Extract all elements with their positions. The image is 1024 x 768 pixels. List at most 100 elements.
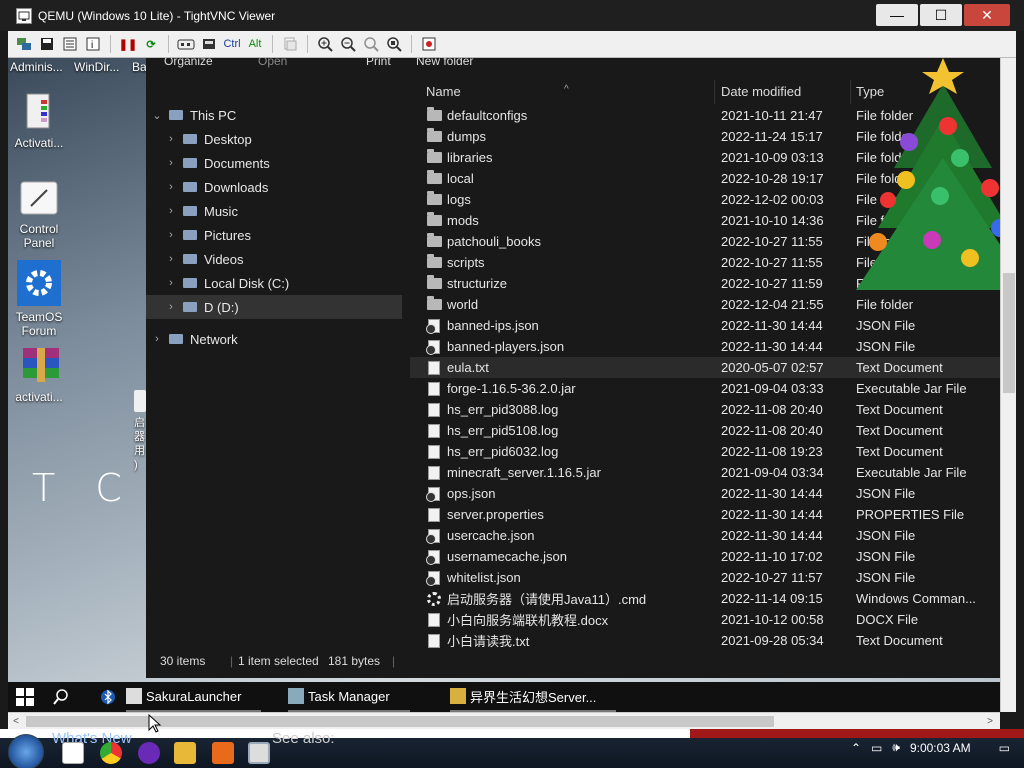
volume-icon[interactable]: 🕪 (892, 740, 900, 755)
taskbar-app-sakuralauncher[interactable]: SakuraLauncher (126, 682, 262, 712)
nav-item-desktop[interactable]: › Desktop (146, 127, 402, 151)
zoom-fit-icon[interactable] (384, 34, 404, 54)
nav-item-pictures[interactable]: › Pictures (146, 223, 402, 247)
column-divider[interactable] (850, 80, 851, 104)
table-row[interactable]: ops.json 2022-11-30 14:44 JSON File (410, 483, 1000, 504)
maximize-button[interactable]: ☐ (920, 4, 962, 26)
table-row[interactable]: minecraft_server.1.16.5.jar 2021-09-04 03… (410, 462, 1000, 483)
nav-item-downloads[interactable]: › Downloads (146, 175, 402, 199)
bluetooth-icon[interactable] (100, 689, 116, 708)
scroll-right-icon[interactable]: > (982, 716, 998, 727)
ctrl-alt-del-icon[interactable] (176, 34, 196, 54)
options-icon[interactable] (60, 34, 80, 54)
horizontal-scroll-thumb[interactable] (26, 716, 774, 727)
alt-key-button[interactable]: Alt (245, 34, 265, 54)
chrome-icon[interactable] (100, 742, 122, 764)
zoom-out-icon[interactable] (338, 34, 358, 54)
vertical-scrollbar[interactable] (1000, 58, 1016, 712)
desktop-icon-control-panel[interactable]: Control Panel (8, 178, 70, 250)
table-row[interactable]: hs_err_pid6032.log 2022-11-08 19:23 Text D… (410, 441, 1000, 462)
desktop-icon-label[interactable]: Adminis... (10, 60, 63, 74)
shortcut-icon[interactable] (134, 390, 146, 412)
nav-item-videos[interactable]: › Videos (146, 247, 402, 271)
chevron-right-icon[interactable]: › (164, 229, 178, 241)
nav-item-network[interactable]: › Network (146, 327, 402, 351)
table-row[interactable]: usernamecache.json 2022-11-10 17:02 JSON F… (410, 546, 1000, 567)
task-view-icon[interactable] (62, 742, 84, 764)
fullscreen-icon[interactable] (419, 34, 439, 54)
table-row[interactable]: whitelist.json 2022-10-27 11:57 JSON File (410, 567, 1000, 588)
windows-start-icon[interactable] (16, 688, 34, 706)
column-divider[interactable] (714, 80, 715, 104)
clock[interactable]: 9:00:03 AM (910, 741, 971, 755)
chevron-down-icon[interactable]: ⌄ (150, 109, 164, 122)
chevron-right-icon[interactable]: › (164, 157, 178, 169)
organize-button[interactable]: Organize (164, 58, 213, 68)
chevron-right-icon[interactable]: › (164, 133, 178, 145)
table-row[interactable]: eula.txt 2020-05-07 02:57 Text Document (410, 357, 1000, 378)
table-row[interactable]: forge-1.16.5-36.2.0.jar 2021-09-04 03:33 E… (410, 378, 1000, 399)
open-button[interactable]: Open (258, 58, 287, 68)
notifications-icon[interactable]: ▭ (999, 741, 1010, 755)
tray-expand-icon[interactable]: ⌃ (851, 741, 861, 755)
vertical-scroll-thumb[interactable] (1003, 273, 1015, 393)
tor-browser-icon[interactable] (138, 742, 160, 764)
remote-desktop[interactable]: Adminis... WinDir... Ba Activati... Cont… (8, 58, 1000, 712)
chevron-right-icon[interactable]: › (164, 181, 178, 193)
nav-item-this-pc[interactable]: ⌄ This PC (146, 103, 402, 127)
table-row[interactable]: hs_err_pid5108.log 2022-11-08 20:40 Text D… (410, 420, 1000, 441)
new-folder-button[interactable]: New folder (416, 58, 473, 68)
file-date: 2021-09-04 03:33 (721, 381, 824, 396)
nav-item-music[interactable]: › Music (146, 199, 402, 223)
file-explorer-icon[interactable] (174, 742, 196, 764)
ctrl-esc-icon[interactable] (199, 34, 219, 54)
zoom-100-icon[interactable] (361, 34, 381, 54)
table-row[interactable]: banned-players.json 2022-11-30 14:44 JSON … (410, 336, 1000, 357)
close-button[interactable]: ✕ (964, 4, 1010, 26)
table-row[interactable]: 启动服务器（请使用Java11）.cmd 2022-11-14 09:15 Wind… (410, 588, 1000, 609)
pause-icon[interactable]: ❚❚ (118, 34, 138, 54)
chevron-right-icon[interactable]: › (164, 277, 178, 289)
column-date-modified[interactable]: Date modified (721, 84, 801, 99)
desktop-icon-activation[interactable]: Activati... (8, 92, 70, 150)
chevron-right-icon[interactable]: › (164, 253, 178, 265)
info-icon[interactable]: i (83, 34, 103, 54)
desktop-icon-label[interactable]: WinDir... (74, 60, 119, 74)
taskbar-app-explorer[interactable]: 异界生活幻想Server... (450, 682, 617, 712)
refresh-icon[interactable]: ⟳ (141, 34, 161, 54)
nav-item-d-d[interactable]: › D (D:) (146, 295, 402, 319)
nav-item-local-disk-c[interactable]: › Local Disk (C:) (146, 271, 402, 295)
new-connection-icon[interactable] (14, 34, 34, 54)
desktop-icon-teamos[interactable]: TeamOS Forum (8, 260, 70, 338)
vnc-title-bar[interactable]: QEMU (Windows 10 Lite) - TightVNC Viewer… (0, 0, 1024, 31)
table-row[interactable]: hs_err_pid3088.log 2022-11-08 20:40 Text D… (410, 399, 1000, 420)
network-icon[interactable]: ▭ (871, 741, 882, 755)
clipboard-icon[interactable] (280, 34, 300, 54)
toolbar-separator (411, 35, 412, 53)
chevron-right-icon[interactable]: › (150, 333, 164, 345)
table-row[interactable]: 小白向服务端联机教程.docx 2021-10-12 00:58 DOCX File (410, 609, 1000, 630)
save-icon[interactable] (37, 34, 57, 54)
tightvnc-icon[interactable] (248, 742, 270, 764)
zoom-in-icon[interactable] (315, 34, 335, 54)
column-name[interactable]: Name (426, 84, 461, 99)
desktop-icon-label[interactable]: Ba (132, 60, 147, 74)
table-row[interactable]: banned-ips.json 2022-11-30 14:44 JSON File (410, 315, 1000, 336)
taskbar-app-label: 异界生活幻想Server... (470, 689, 597, 705)
ctrl-key-button[interactable]: Ctrl (222, 34, 242, 54)
minimize-button[interactable]: — (876, 4, 918, 26)
taskbar-app-task-manager[interactable]: Task Manager (288, 682, 410, 712)
desktop-icon-activation-archive[interactable]: activati... (8, 346, 70, 404)
file-type: JSON File (856, 549, 916, 564)
search-tool-icon[interactable] (212, 742, 234, 764)
chevron-right-icon[interactable]: › (164, 205, 178, 217)
print-button[interactable]: Print (366, 58, 391, 68)
table-row[interactable]: server.properties 2022-11-30 14:44 PROPERT… (410, 504, 1000, 525)
scroll-left-icon[interactable]: < (8, 716, 24, 727)
chevron-right-icon[interactable]: › (164, 301, 178, 313)
table-row[interactable]: usercache.json 2022-11-30 14:44 JSON File (410, 525, 1000, 546)
selection-size: 181 bytes (328, 654, 381, 668)
nav-item-documents[interactable]: › Documents (146, 151, 402, 175)
host-start-button[interactable] (8, 734, 44, 768)
search-icon[interactable] (52, 688, 70, 711)
